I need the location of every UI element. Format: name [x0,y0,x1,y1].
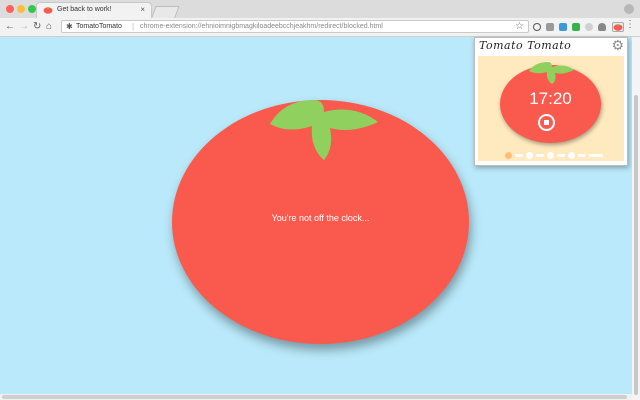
site-name: TomatoTomato [76,23,122,30]
stop-button[interactable] [538,114,555,131]
reload-icon[interactable]: ↻ [33,20,41,34]
tomato-leaves-icon [270,100,378,160]
progress-dot [547,152,554,159]
tab-get-back-to-work[interactable]: Get back to work! × [36,2,152,18]
progress-break [515,154,523,157]
progress-break [578,154,586,157]
blocked-message: You're not off the clock... [271,213,370,223]
tomato-icon [613,24,623,31]
url-text: chrome-extension://ehnioimnigbmagkiloade… [140,23,383,30]
close-window-button[interactable] [6,5,14,13]
browser-menu-icon[interactable]: ⋮ [625,19,635,30]
settings-gear-icon[interactable]: ⚙ [611,37,624,53]
tomato-popup: Tomato Tomato ⚙ 17:20 [474,37,628,166]
address-bar[interactable]: ✱ TomatoTomato | chrome-extension://ehni… [61,20,529,33]
stop-icon [544,120,549,125]
progress-break [536,154,544,157]
bookmark-star-icon[interactable]: ☆ [515,21,524,32]
profile-icon[interactable] [624,4,634,14]
horizontal-scrollbar-thumb[interactable] [2,395,627,399]
extension-puzzle-icon: ✱ [66,22,73,31]
small-tomato-leaves-icon [529,62,574,84]
info-extension-icon[interactable] [533,23,541,31]
progress-dot [568,152,575,159]
tomato-extension-button[interactable] [612,22,624,32]
progress-long-break [589,154,603,157]
minimize-window-button[interactable] [17,5,25,13]
browser-toolbar: ← → ↻ ⌂ ✱ TomatoTomato | chrome-extensio… [0,18,640,37]
url-separator: | [132,22,135,31]
tomato-favicon-icon [43,7,53,14]
shield-extension-icon[interactable] [598,23,606,31]
back-icon[interactable]: ← [5,20,15,34]
tab-title: Get back to work! [57,6,112,13]
extension-icon[interactable] [546,23,554,31]
vertical-scrollbar-thumb[interactable] [634,95,638,395]
forward-icon[interactable]: → [19,20,29,34]
extension-icon[interactable] [585,23,593,31]
timer-display: 17:20 [529,89,572,108]
progress-break [557,154,565,157]
progress-dot-completed [505,152,512,159]
popup-title: Tomato Tomato [479,39,572,52]
progress-dot [526,152,533,159]
zoom-window-button[interactable] [28,5,36,13]
extension-plus-icon[interactable] [572,23,580,31]
close-tab-icon[interactable]: × [140,5,145,14]
popup-body: 17:20 [478,56,624,161]
home-icon[interactable]: ⌂ [46,20,52,34]
extension-icon[interactable] [559,23,567,31]
tab-strip: Get back to work! × [0,0,640,20]
